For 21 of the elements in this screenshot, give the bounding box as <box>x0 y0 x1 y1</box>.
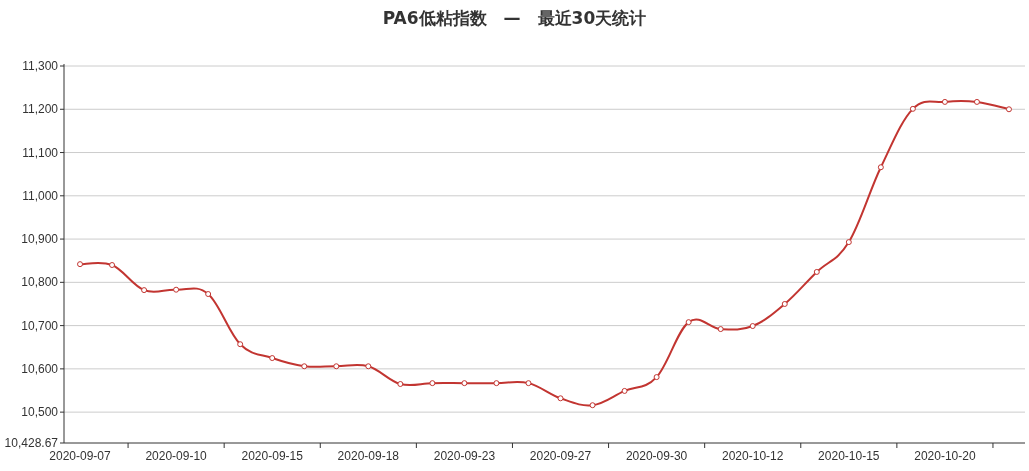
y-tick-label: 10,428.67 <box>4 436 58 450</box>
y-tick-label: 11,100 <box>22 145 58 160</box>
x-tick-label: 2020-09-10 <box>145 449 207 463</box>
y-tick-label: 11,200 <box>22 102 58 117</box>
x-tick-label: 2020-10-15 <box>818 449 880 463</box>
y-tick-label: 10,700 <box>21 318 58 333</box>
x-tick-label: 2020-10-12 <box>722 449 784 463</box>
y-tick-label: 10,900 <box>21 232 58 247</box>
x-tick-label: 2020-09-30 <box>625 449 688 463</box>
chart-title: PA6低粘指数 — 最近30天统计 <box>382 7 647 30</box>
y-tick-label: 11,000 <box>22 188 58 203</box>
x-tick-label: 2020-09-15 <box>241 449 303 463</box>
x-tick-label: 2020-09-18 <box>337 449 399 463</box>
x-tick-label: 2020-09-07 <box>49 449 111 463</box>
x-tick-label: 2020-10-20 <box>914 449 976 463</box>
y-tick-label: 10,800 <box>21 275 58 290</box>
y-tick-label: 11,300 <box>22 59 58 73</box>
y-tick-label: 10,600 <box>21 361 58 376</box>
x-tick-label: 2020-09-27 <box>529 449 592 463</box>
y-tick-label: 10,500 <box>21 405 58 420</box>
x-tick-label: 2020-09-23 <box>433 449 496 463</box>
